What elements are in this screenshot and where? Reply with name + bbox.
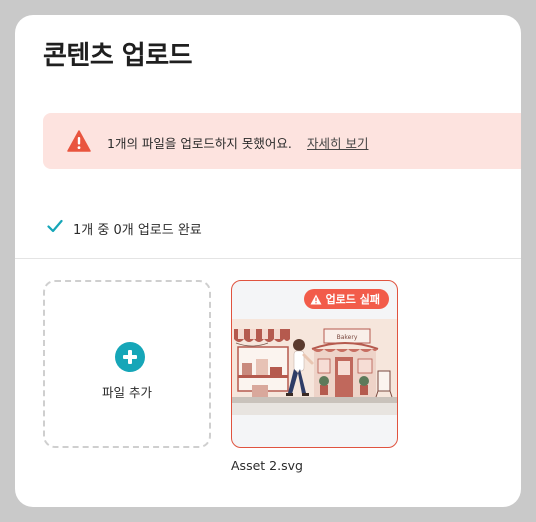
upload-dialog: 콘텐츠 업로드 1개의 파일을 업로드하지 못했어요. 자세히 보기 1개 중 … [15,15,521,507]
upload-status-text: 1개 중 0개 업로드 완료 [73,223,202,238]
upload-failed-label: 업로드 실패 [325,293,380,306]
plus-circle-icon [115,342,145,372]
divider [15,258,521,259]
check-icon [47,219,63,233]
error-alert: 1개의 파일을 업로드하지 못했어요. 자세히 보기 [43,113,521,169]
warning-icon [310,294,322,304]
add-file-label: 파일 추가 [102,385,152,400]
alert-message: 1개의 파일을 업로드하지 못했어요. [107,136,292,151]
upload-failed-badge: 업로드 실패 [303,289,389,309]
view-details-link[interactable]: 자세히 보기 [307,133,368,152]
warning-icon [67,130,91,152]
add-file-button[interactable]: 파일 추가 [43,280,211,448]
thumbnail-sign-text: Bakery [337,334,358,341]
dialog-title: 콘텐츠 업로드 [43,41,193,71]
file-name: Asset 2.svg [231,458,303,473]
file-thumbnail: Bakery [232,319,397,415]
file-card[interactable]: Bakery 업로드 실패 [231,280,398,448]
